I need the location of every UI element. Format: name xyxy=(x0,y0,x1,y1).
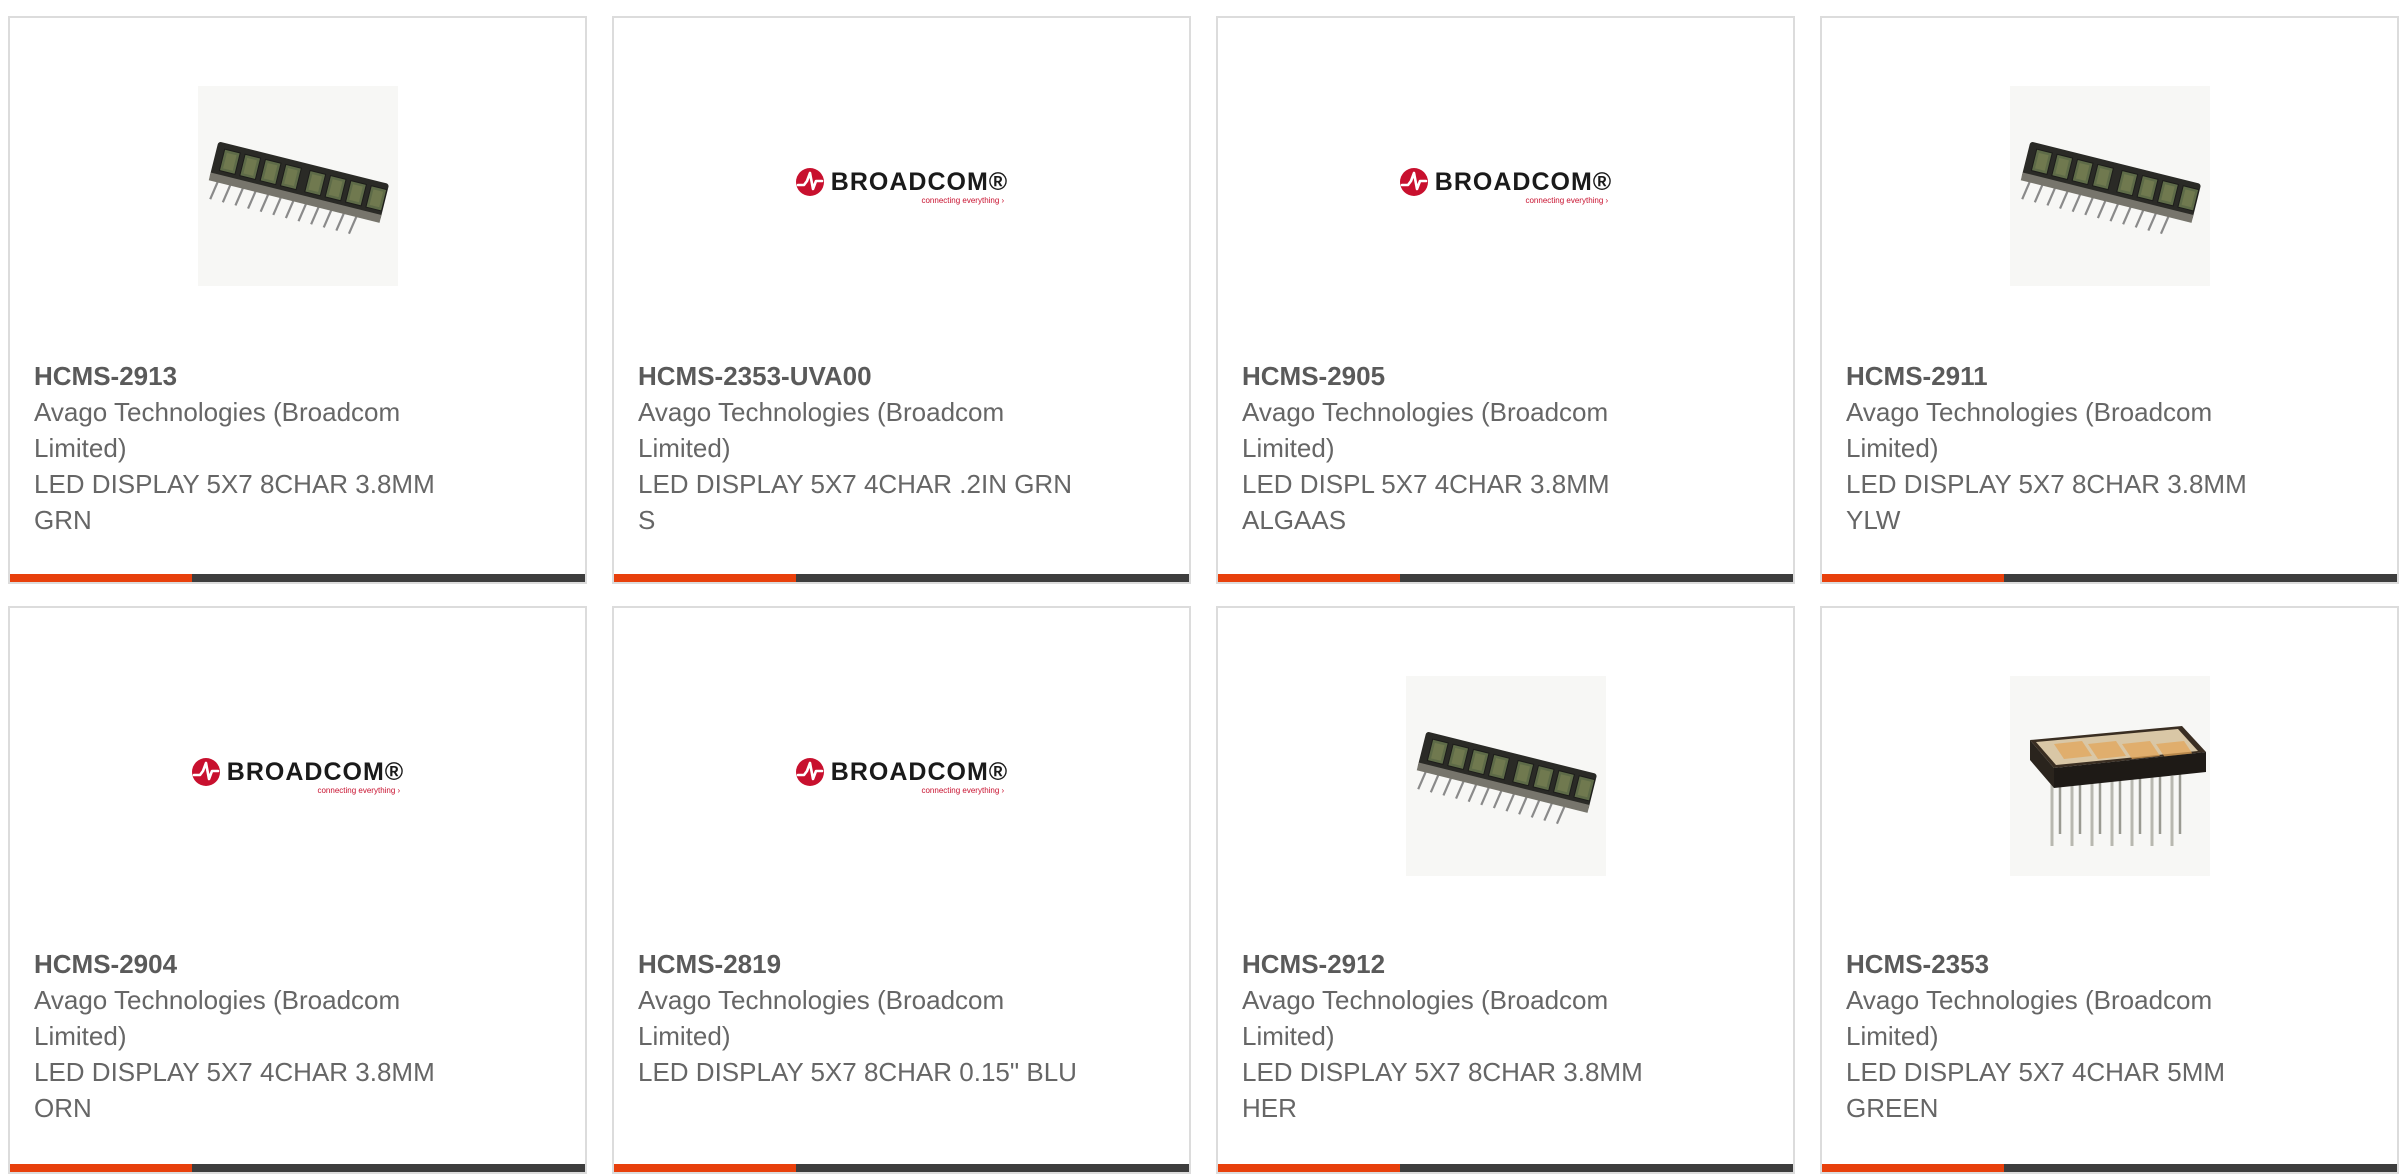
dip-led-display-photo xyxy=(2009,676,2210,876)
product-image-area[interactable] xyxy=(1822,86,2397,286)
card-accent-bar xyxy=(1218,1164,1400,1172)
card-bottom-bar xyxy=(10,574,585,582)
card-accent-bar xyxy=(1218,574,1400,582)
description: LED DISPL 5X7 4CHAR 3.8MM ALGAAS xyxy=(1242,469,1610,535)
part-number[interactable]: HCMS-2911 xyxy=(1846,358,2286,394)
part-number[interactable]: HCMS-2912 xyxy=(1242,946,1682,982)
product-image-area[interactable]: BROADCOM® connecting everything › xyxy=(10,676,585,876)
card-accent-bar xyxy=(10,574,192,582)
product-info: HCMS-2911 Avago Technologies (Broadcom L… xyxy=(1846,358,2286,538)
product-info: HCMS-2819 Avago Technologies (Broadcom L… xyxy=(638,946,1078,1090)
manufacturer: Avago Technologies (Broadcom Limited) xyxy=(34,985,401,1051)
product-image-area[interactable]: BROADCOM® connecting everything › xyxy=(614,86,1189,286)
broadcom-tagline: connecting everything › xyxy=(921,786,1005,795)
card-accent-bar xyxy=(614,1164,796,1172)
led-display-photo xyxy=(2009,86,2210,286)
part-number[interactable]: HCMS-2913 xyxy=(34,358,474,394)
product-image-area[interactable]: BROADCOM® connecting everything › xyxy=(1218,86,1793,286)
product-image-area[interactable] xyxy=(1218,676,1793,876)
led-display-photo xyxy=(197,86,398,286)
broadcom-tagline: connecting everything › xyxy=(1525,196,1609,205)
product-info: HCMS-2905 Avago Technologies (Broadcom L… xyxy=(1242,358,1682,538)
manufacturer: Avago Technologies (Broadcom Limited) xyxy=(1846,397,2213,463)
product-info: HCMS-2904 Avago Technologies (Broadcom L… xyxy=(34,946,474,1126)
part-number[interactable]: HCMS-2353 xyxy=(1846,946,2286,982)
description: LED DISPLAY 5X7 4CHAR 3.8MM ORN xyxy=(34,1057,435,1123)
card-bottom-bar xyxy=(614,574,1189,582)
broadcom-tagline: connecting everything › xyxy=(317,786,401,795)
broadcom-wordmark: BROADCOM® xyxy=(1434,167,1613,196)
broadcom-logo: BROADCOM® connecting everything › xyxy=(795,167,1008,205)
product-card-hcms-2819[interactable]: BROADCOM® connecting everything › HCMS-28… xyxy=(612,606,1191,1174)
product-card-hcms-2353-uva00[interactable]: BROADCOM® connecting everything › HCMS-23… xyxy=(612,16,1191,584)
part-number[interactable]: HCMS-2353-UVA00 xyxy=(638,358,1078,394)
part-number[interactable]: HCMS-2905 xyxy=(1242,358,1682,394)
product-info: HCMS-2912 Avago Technologies (Broadcom L… xyxy=(1242,946,1682,1126)
broadcom-pulse-icon xyxy=(795,168,824,196)
manufacturer: Avago Technologies (Broadcom Limited) xyxy=(638,397,1005,463)
broadcom-pulse-icon xyxy=(795,758,824,786)
broadcom-logo: BROADCOM® connecting everything › xyxy=(1399,167,1612,205)
broadcom-tagline: connecting everything › xyxy=(921,196,1005,205)
card-bottom-bar xyxy=(1822,1164,2397,1172)
broadcom-logo: BROADCOM® connecting everything › xyxy=(795,757,1008,795)
description: LED DISPLAY 5X7 4CHAR .2IN GRN S xyxy=(638,469,1072,535)
broadcom-logo: BROADCOM® connecting everything › xyxy=(191,757,404,795)
product-card-hcms-2353[interactable]: HCMS-2353 Avago Technologies (Broadcom L… xyxy=(1820,606,2399,1174)
card-bottom-bar xyxy=(1822,574,2397,582)
product-card-hcms-2905[interactable]: BROADCOM® connecting everything › HCMS-29… xyxy=(1216,16,1795,584)
part-number[interactable]: HCMS-2904 xyxy=(34,946,474,982)
manufacturer: Avago Technologies (Broadcom Limited) xyxy=(1242,985,1609,1051)
description: LED DISPLAY 5X7 8CHAR 3.8MM GRN xyxy=(34,469,435,535)
description: LED DISPLAY 5X7 4CHAR 5MM GREEN xyxy=(1846,1057,2226,1123)
broadcom-pulse-icon xyxy=(191,758,220,786)
product-image-area[interactable]: BROADCOM® connecting everything › xyxy=(614,676,1189,876)
part-number[interactable]: HCMS-2819 xyxy=(638,946,1078,982)
card-accent-bar xyxy=(614,574,796,582)
card-bottom-bar xyxy=(614,1164,1189,1172)
manufacturer: Avago Technologies (Broadcom Limited) xyxy=(1242,397,1609,463)
broadcom-wordmark: BROADCOM® xyxy=(226,757,405,786)
product-card-hcms-2911[interactable]: HCMS-2911 Avago Technologies (Broadcom L… xyxy=(1820,16,2399,584)
manufacturer: Avago Technologies (Broadcom Limited) xyxy=(34,397,401,463)
product-info: HCMS-2913 Avago Technologies (Broadcom L… xyxy=(34,358,474,538)
broadcom-wordmark: BROADCOM® xyxy=(830,757,1009,786)
led-display-photo xyxy=(1405,676,1606,876)
product-info: HCMS-2353 Avago Technologies (Broadcom L… xyxy=(1846,946,2286,1126)
card-accent-bar xyxy=(1822,1164,2004,1172)
product-card-hcms-2904[interactable]: BROADCOM® connecting everything › HCMS-29… xyxy=(8,606,587,1174)
manufacturer: Avago Technologies (Broadcom Limited) xyxy=(638,985,1005,1051)
description: LED DISPLAY 5X7 8CHAR 0.15" BLU xyxy=(638,1057,1077,1087)
manufacturer: Avago Technologies (Broadcom Limited) xyxy=(1846,985,2213,1051)
description: LED DISPLAY 5X7 8CHAR 3.8MM YLW xyxy=(1846,469,2247,535)
product-info: HCMS-2353-UVA00 Avago Technologies (Broa… xyxy=(638,358,1078,538)
card-bottom-bar xyxy=(1218,1164,1793,1172)
broadcom-wordmark: BROADCOM® xyxy=(830,167,1009,196)
card-bottom-bar xyxy=(1218,574,1793,582)
product-grid: HCMS-2913 Avago Technologies (Broadcom L… xyxy=(8,16,2400,1174)
product-image-area[interactable] xyxy=(1822,676,2397,876)
broadcom-pulse-icon xyxy=(1399,168,1428,196)
card-bottom-bar xyxy=(10,1164,585,1172)
product-card-hcms-2913[interactable]: HCMS-2913 Avago Technologies (Broadcom L… xyxy=(8,16,587,584)
card-accent-bar xyxy=(10,1164,192,1172)
description: LED DISPLAY 5X7 8CHAR 3.8MM HER xyxy=(1242,1057,1643,1123)
product-card-hcms-2912[interactable]: HCMS-2912 Avago Technologies (Broadcom L… xyxy=(1216,606,1795,1174)
card-accent-bar xyxy=(1822,574,2004,582)
product-image-area[interactable] xyxy=(10,86,585,286)
